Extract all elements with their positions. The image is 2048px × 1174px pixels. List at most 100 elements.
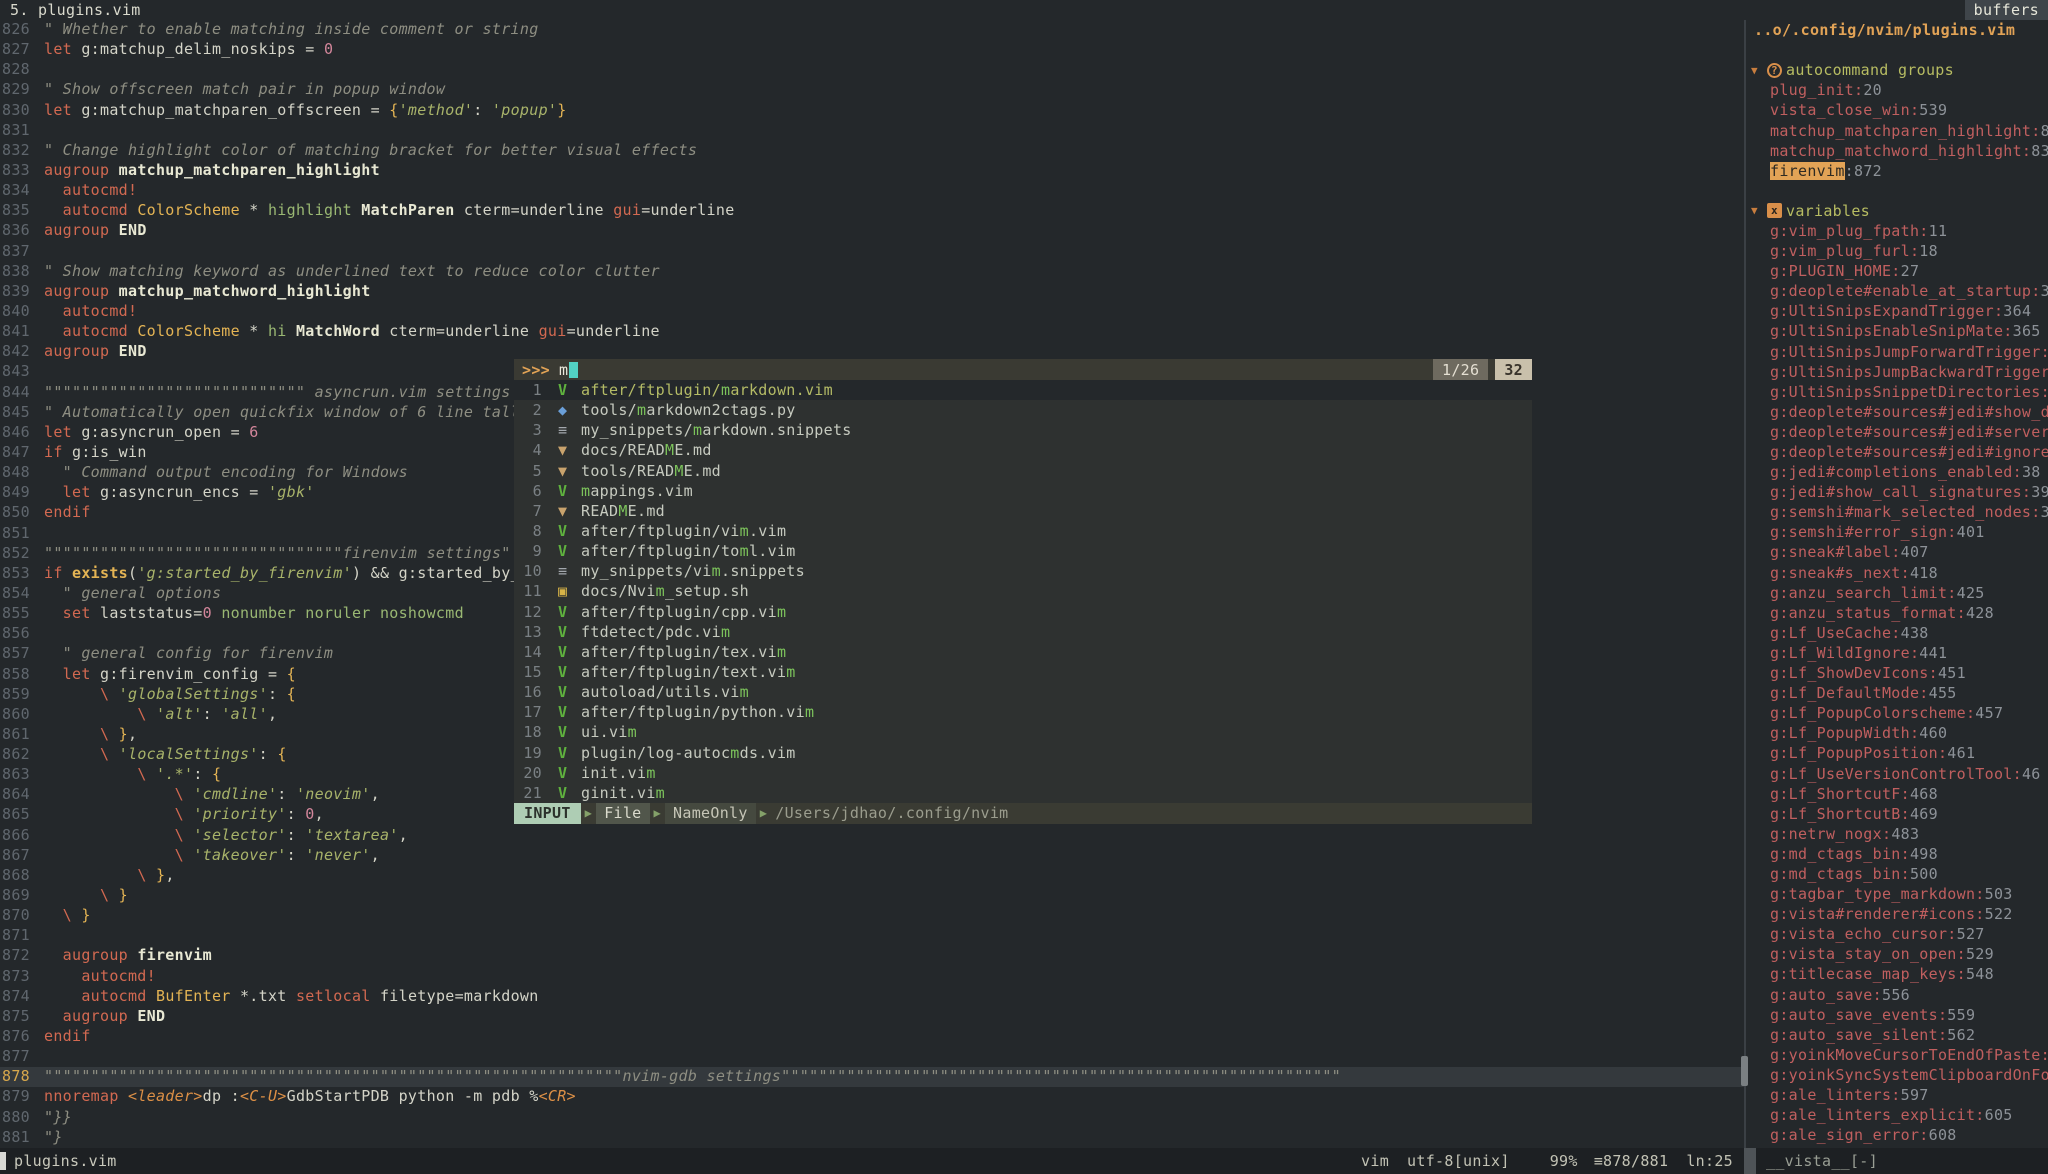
vista-tag[interactable]: g:ale_linters:597 — [1746, 1085, 2048, 1105]
popup-file-row[interactable]: 7▼README.md — [514, 501, 1532, 521]
vista-tag[interactable]: g:auto_save_events:559 — [1746, 1005, 2048, 1025]
code-line-872[interactable]: 872 augroup firenvim — [0, 946, 1744, 966]
vista-tag[interactable]: g:jedi#completions_enabled:38 — [1746, 462, 2048, 482]
vista-tag[interactable]: g:deoplete#sources#jedi#server_timeout:3… — [1746, 422, 2048, 442]
vista-tag[interactable]: g:Lf_ShortcutF:468 — [1746, 784, 2048, 804]
code-line-841[interactable]: 841 autocmd ColorScheme * hi MatchWord c… — [0, 322, 1744, 342]
vista-tag[interactable]: firenvim:872 — [1746, 161, 2048, 181]
vista-tag[interactable]: g:vista#renderer#icons:522 — [1746, 904, 2048, 924]
code-line-866[interactable]: 866 \ 'selector': 'textarea', — [0, 826, 1744, 846]
popup-file-row[interactable]: 18Vui.vim — [514, 722, 1532, 742]
code-line-867[interactable]: 867 \ 'takeover': 'never', — [0, 846, 1744, 866]
code-line-835[interactable]: 835 autocmd ColorScheme * highlight Matc… — [0, 201, 1744, 221]
vista-tag[interactable]: g:vim_plug_fpath:11 — [1746, 221, 2048, 241]
vista-tag[interactable]: plug_init:20 — [1746, 80, 2048, 100]
popup-file-row[interactable]: 17Vafter/ftplugin/python.vim — [514, 702, 1532, 722]
code-line-828[interactable]: 828 — [0, 60, 1744, 80]
vista-tag[interactable]: g:vim_plug_furl:18 — [1746, 241, 2048, 261]
vista-tag[interactable]: g:sneak#s_next:418 — [1746, 563, 2048, 583]
popup-file-row[interactable]: 14Vafter/ftplugin/tex.vim — [514, 642, 1532, 662]
vista-tag[interactable]: g:Lf_PopupColorscheme:457 — [1746, 703, 2048, 723]
vista-section-variables[interactable]: ▼xvariables — [1746, 201, 2048, 221]
code-line-833[interactable]: 833augroup matchup_matchparen_highlight — [0, 161, 1744, 181]
vista-tag[interactable]: g:yoinkMoveCursorToEndOfPaste:578 — [1746, 1045, 2048, 1065]
code-line-827[interactable]: 827let g:matchup_delim_noskips = 0 — [0, 40, 1744, 60]
collapse-arrow-icon[interactable]: ▼ — [1751, 64, 1767, 77]
vista-tag[interactable]: g:titlecase_map_keys:548 — [1746, 964, 2048, 984]
code-line-831[interactable]: 831 — [0, 121, 1744, 141]
search-query-input[interactable]: m — [559, 361, 568, 379]
tab-buffers[interactable]: buffers — [1965, 0, 2048, 20]
vista-tag[interactable]: g:anzu_search_limit:425 — [1746, 583, 2048, 603]
vista-tag[interactable]: g:UltiSnipsEnableSnipMate:365 — [1746, 321, 2048, 341]
code-line-877[interactable]: 877 — [0, 1047, 1744, 1067]
vista-tag[interactable]: g:Lf_UseVersionControlTool:46 — [1746, 763, 2048, 783]
vista-tag[interactable]: g:Lf_WildIgnore:441 — [1746, 643, 2048, 663]
code-line-840[interactable]: 840 autocmd! — [0, 302, 1744, 322]
code-line-838[interactable]: 838" Show matching keyword as underlined… — [0, 262, 1744, 282]
sidebar-scrollbar-thumb[interactable] — [1741, 1056, 1748, 1086]
vista-tag[interactable]: g:sneak#label:407 — [1746, 542, 2048, 562]
code-line-868[interactable]: 868 \ }, — [0, 866, 1744, 886]
vista-tag[interactable]: g:Lf_ShortcutB:469 — [1746, 804, 2048, 824]
popup-file-row[interactable]: 5▼tools/README.md — [514, 461, 1532, 481]
vista-tag[interactable]: matchup_matchword_highlight:839 — [1746, 141, 2048, 161]
vista-tag[interactable]: g:UltiSnipsJumpForwardTrigger:368 — [1746, 342, 2048, 362]
vista-tag[interactable]: g:semshi#error_sign:401 — [1746, 522, 2048, 542]
popup-file-row[interactable]: 6Vmappings.vim — [514, 481, 1532, 501]
vista-tag[interactable]: g:deoplete#sources#jedi#ignore_errors:38… — [1746, 442, 2048, 462]
code-line-826[interactable]: 826" Whether to enable matching inside c… — [0, 20, 1744, 40]
code-line-830[interactable]: 830let g:matchup_matchparen_offscreen = … — [0, 101, 1744, 121]
vista-tag[interactable]: g:auto_save_silent:562 — [1746, 1025, 2048, 1045]
vista-tag[interactable]: g:jedi#show_call_signatures:39 — [1746, 482, 2048, 502]
vista-tag[interactable]: g:Lf_PopupPosition:461 — [1746, 743, 2048, 763]
code-line-839[interactable]: 839augroup matchup_matchword_highlight — [0, 282, 1744, 302]
vista-tag[interactable]: g:anzu_status_format:428 — [1746, 603, 2048, 623]
vista-tag[interactable]: g:UltiSnipsJumpBackwardTrigger:369 — [1746, 362, 2048, 382]
popup-file-row[interactable]: 1Vafter/ftplugin/markdown.vim — [514, 380, 1532, 400]
vista-tag[interactable]: g:md_ctags_bin:498 — [1746, 844, 2048, 864]
popup-file-row[interactable]: 11▣docs/Nvim_setup.sh — [514, 581, 1532, 601]
popup-file-row[interactable]: 16Vautoload/utils.vim — [514, 682, 1532, 702]
code-line-837[interactable]: 837 — [0, 242, 1744, 262]
vista-tag[interactable]: g:Lf_DefaultMode:455 — [1746, 683, 2048, 703]
vista-tag[interactable]: matchup_matchparen_highlight:833 — [1746, 120, 2048, 140]
vista-tag[interactable]: g:md_ctags_bin:500 — [1746, 864, 2048, 884]
vista-tag[interactable]: g:PLUGIN_HOME:27 — [1746, 261, 2048, 281]
vista-tag[interactable]: g:ale_linters_explicit:605 — [1746, 1105, 2048, 1125]
code-line-870[interactable]: 870 \ } — [0, 906, 1744, 926]
code-line-832[interactable]: 832" Change highlight color of matching … — [0, 141, 1744, 161]
popup-file-row[interactable]: 3≡my_snippets/markdown.snippets — [514, 420, 1532, 440]
vista-tag[interactable]: g:deoplete#enable_at_startup:30 — [1746, 281, 2048, 301]
vista-section-autocommand-groups[interactable]: ▼?autocommand groups — [1746, 60, 2048, 80]
vista-tag[interactable]: g:netrw_nogx:483 — [1746, 824, 2048, 844]
code-line-836[interactable]: 836augroup END — [0, 221, 1744, 241]
code-line-834[interactable]: 834 autocmd! — [0, 181, 1744, 201]
popup-file-row[interactable]: 15Vafter/ftplugin/text.vim — [514, 662, 1532, 682]
code-line-874[interactable]: 874 autocmd BufEnter *.txt setlocal file… — [0, 987, 1744, 1007]
popup-file-row[interactable]: 13Vftdetect/pdc.vim — [514, 622, 1532, 642]
code-line-878[interactable]: 878"""""""""""""""""""""""""""""""""""""… — [0, 1067, 1744, 1087]
code-line-871[interactable]: 871 — [0, 926, 1744, 946]
popup-file-row[interactable]: 20Vinit.vim — [514, 763, 1532, 783]
vista-tag[interactable]: g:yoinkSyncSystemClipboardOnFocus:580 — [1746, 1065, 2048, 1085]
popup-file-row[interactable]: 21Vginit.vim — [514, 783, 1532, 803]
popup-file-row[interactable]: 10≡my_snippets/vim.snippets — [514, 561, 1532, 581]
code-line-873[interactable]: 873 autocmd! — [0, 967, 1744, 987]
popup-file-row[interactable]: 2◆tools/markdown2ctags.py — [514, 400, 1532, 420]
vista-tag[interactable]: g:vista_echo_cursor:527 — [1746, 924, 2048, 944]
vista-tag[interactable]: g:UltiSnipsSnippetDirectories:371 — [1746, 382, 2048, 402]
tab-plugins-vim[interactable]: 5. plugins.vim — [10, 1, 141, 19]
popup-file-row[interactable]: 8Vafter/ftplugin/vim.vim — [514, 521, 1532, 541]
popup-file-row[interactable]: 19Vplugin/log-autocmds.vim — [514, 743, 1532, 763]
vista-tag[interactable]: g:tagbar_type_markdown:503 — [1746, 884, 2048, 904]
code-line-869[interactable]: 869 \ } — [0, 886, 1744, 906]
vista-tag[interactable]: g:auto_save:556 — [1746, 985, 2048, 1005]
vista-tag[interactable]: g:ale_sign_error:608 — [1746, 1125, 2048, 1145]
vista-tag[interactable]: g:UltiSnipsExpandTrigger:364 — [1746, 301, 2048, 321]
code-line-829[interactable]: 829" Show offscreen match pair in popup … — [0, 80, 1744, 100]
popup-file-row[interactable]: 9Vafter/ftplugin/toml.vim — [514, 541, 1532, 561]
vista-tag[interactable]: g:semshi#mark_selected_nodes:398 — [1746, 502, 2048, 522]
vista-tag[interactable]: vista_close_win:539 — [1746, 100, 2048, 120]
vista-tag[interactable]: g:deoplete#sources#jedi#show_docstring:3… — [1746, 402, 2048, 422]
